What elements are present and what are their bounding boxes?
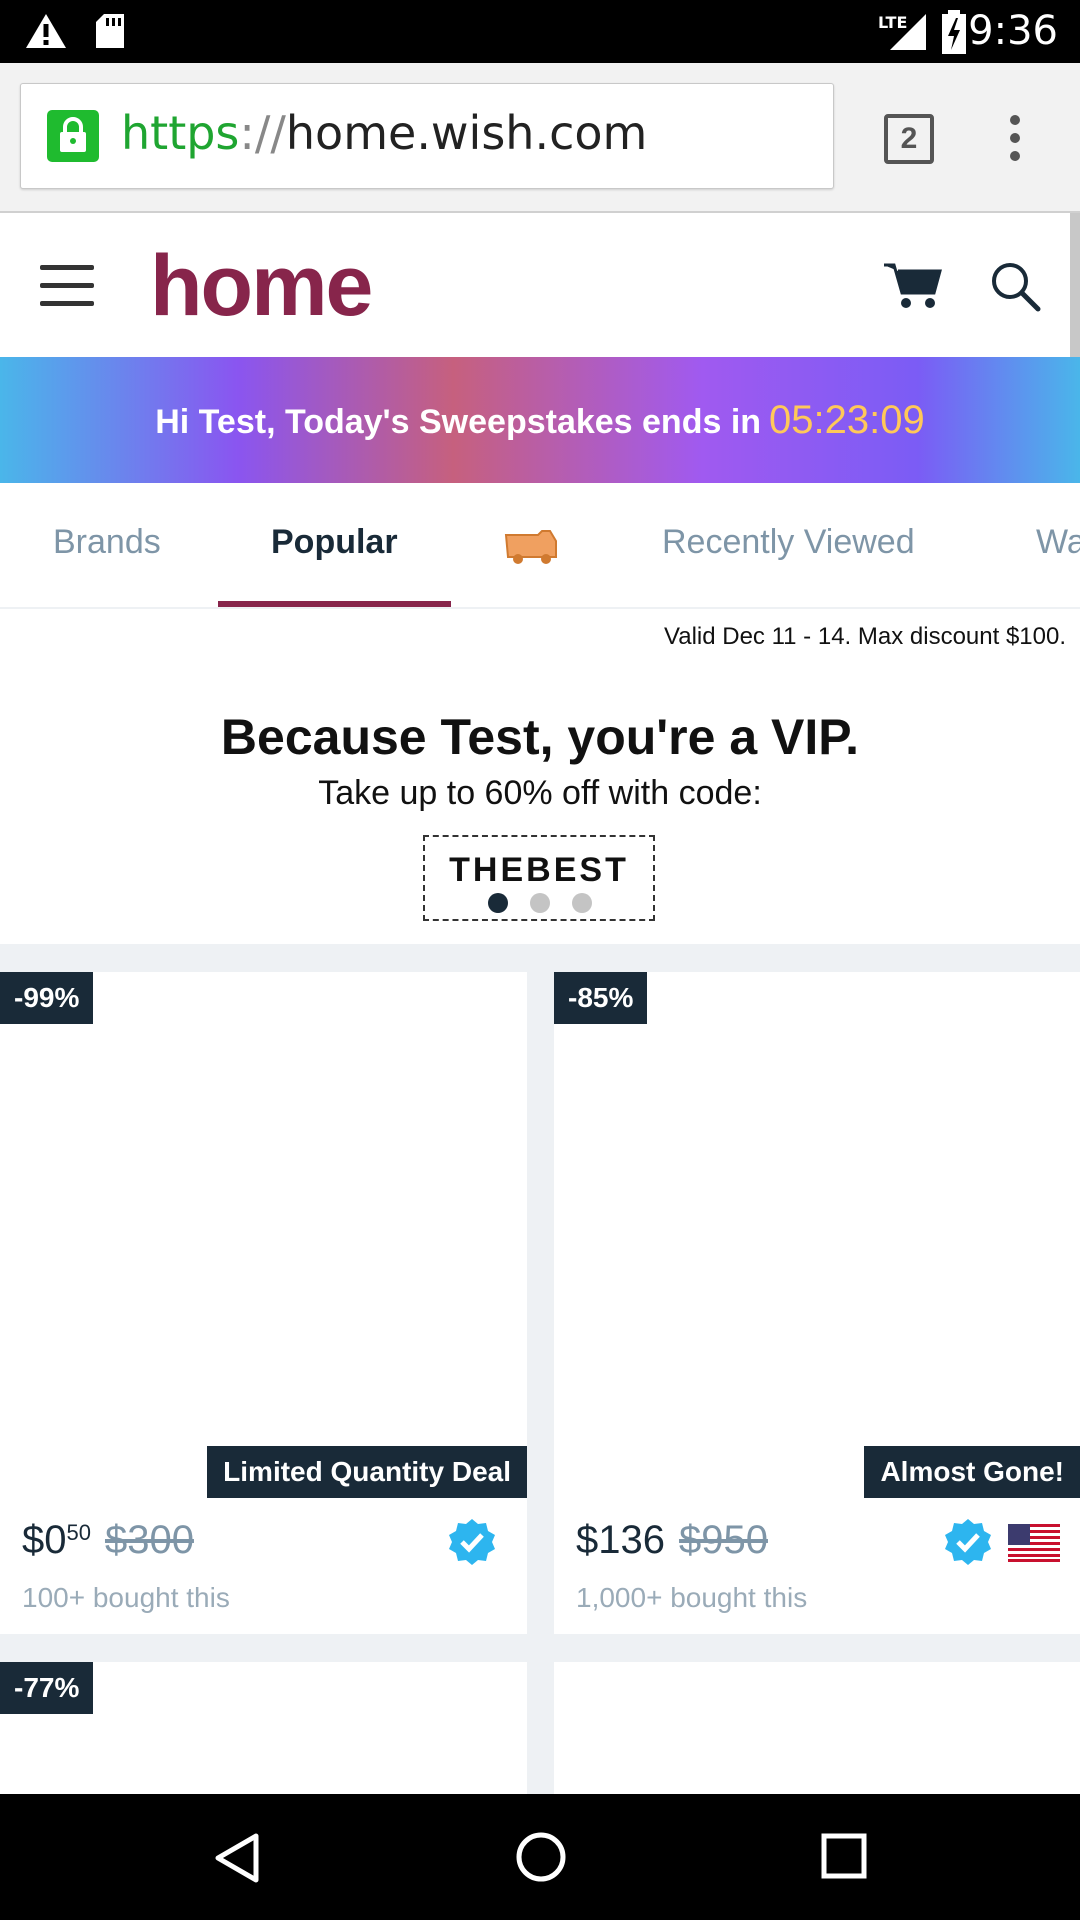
product-grid: -99% Limited Quantity Deal $050 $300 100+… bbox=[0, 944, 1080, 1794]
product-price: $050 $300 bbox=[22, 1518, 194, 1562]
clock: 9:36 bbox=[968, 8, 1058, 54]
promo-subtitle: Take up to 60% off with code: bbox=[318, 774, 762, 812]
app-header: home bbox=[0, 213, 1080, 357]
url-text: https://home.wish.com bbox=[121, 106, 648, 160]
product-card[interactable] bbox=[554, 1662, 1080, 1794]
deal-badge: Almost Gone! bbox=[864, 1446, 1080, 1498]
bought-count: 100+ bought this bbox=[22, 1582, 230, 1613]
bought-count: 1,000+ bought this bbox=[576, 1582, 808, 1613]
carousel-dot-active[interactable] bbox=[488, 893, 508, 913]
product-card[interactable]: -85% Almost Gone! $136 $950 1,000+ bought… bbox=[554, 972, 1080, 1634]
discount-badge: -77% bbox=[0, 1662, 94, 1714]
system-nav-bar bbox=[0, 1794, 1080, 1920]
promo-title: Because Test, you're a VIP. bbox=[220, 709, 860, 765]
category-tabs: Brands Popular Recently Viewed Wa bbox=[0, 483, 1080, 609]
deal-badge: Limited Quantity Deal bbox=[207, 1446, 527, 1498]
sweepstakes-timer: 05:23:09 bbox=[769, 398, 925, 442]
lte-signal-icon: LTE bbox=[878, 13, 926, 50]
sweepstakes-banner[interactable]: Hi Test, Today's Sweepstakes ends in 05:2… bbox=[0, 357, 1080, 483]
original-price: $300 bbox=[104, 1518, 194, 1562]
original-price: $950 bbox=[678, 1518, 768, 1562]
browser-toolbar: https://home.wish.com 2 bbox=[0, 63, 1080, 213]
promo-validity: Valid Dec 11 - 14. Max discount $100. bbox=[664, 623, 1066, 650]
tab-brands[interactable]: Brands bbox=[53, 523, 161, 562]
lock-icon bbox=[47, 110, 99, 162]
product-price: $136 $950 bbox=[576, 1518, 768, 1562]
tab-switcher-button[interactable]: 2 bbox=[884, 114, 934, 164]
product-card[interactable]: -77% bbox=[0, 1662, 527, 1794]
cart-icon[interactable] bbox=[882, 259, 942, 311]
warning-icon bbox=[26, 14, 66, 48]
tab-popular[interactable]: Popular bbox=[271, 523, 398, 562]
tab-recently-viewed[interactable]: Recently Viewed bbox=[662, 523, 915, 562]
home-logo[interactable]: home bbox=[150, 237, 373, 336]
carousel-dot[interactable] bbox=[530, 893, 550, 913]
discount-badge: -99% bbox=[0, 972, 94, 1024]
search-icon[interactable] bbox=[990, 261, 1042, 313]
battery-charging-icon bbox=[942, 10, 966, 54]
verified-icon bbox=[449, 1519, 495, 1565]
status-bar: LTE 9:36 bbox=[0, 0, 1080, 63]
tab-wishlist[interactable]: Wa bbox=[1036, 523, 1080, 562]
back-icon[interactable] bbox=[212, 1832, 262, 1884]
us-flag-icon bbox=[1008, 1524, 1060, 1562]
url-bar[interactable]: https://home.wish.com bbox=[20, 83, 834, 189]
recents-icon[interactable] bbox=[820, 1832, 868, 1880]
home-icon[interactable] bbox=[514, 1830, 568, 1884]
discount-badge: -85% bbox=[554, 972, 648, 1024]
verified-icon bbox=[945, 1519, 991, 1565]
sweepstakes-text: Hi Test, Today's Sweepstakes ends in bbox=[155, 403, 762, 441]
svg-text:LTE: LTE bbox=[878, 13, 907, 32]
carousel-dot[interactable] bbox=[572, 893, 592, 913]
more-options-icon[interactable] bbox=[1010, 115, 1020, 161]
sd-card-icon bbox=[96, 14, 124, 48]
active-tab-indicator bbox=[218, 601, 451, 607]
tab-truck-icon[interactable] bbox=[502, 527, 560, 567]
menu-icon[interactable] bbox=[40, 265, 94, 307]
product-card[interactable]: -99% Limited Quantity Deal $050 $300 100+… bbox=[0, 972, 527, 1634]
